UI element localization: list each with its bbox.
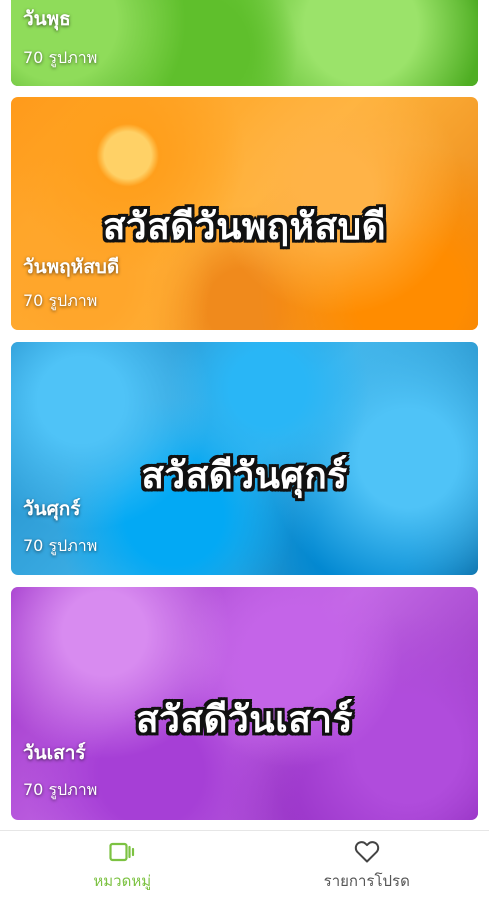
category-icon — [108, 839, 136, 865]
category-card-thursday[interactable]: สวัสดีวันพฤหัสบดี วันพฤหัสบดี 70 รูปภาพ — [11, 97, 478, 330]
card-background-image — [11, 0, 478, 86]
category-card-wednesday[interactable]: วันพุธ 70 รูปภาพ — [11, 0, 478, 86]
card-title: วันศุกร์ — [23, 498, 81, 520]
card-banner-text: สวัสดีวันศุกร์ — [141, 453, 348, 497]
nav-tab-label: หมวดหมู่ — [93, 871, 152, 890]
screen: วันพุธ 70 รูปภาพ สวัสดีวันพฤหัสบดี วันพฤ… — [0, 0, 489, 900]
card-title: วันพฤหัสบดี — [23, 256, 120, 278]
category-card-saturday[interactable]: สวัสดีวันเสาร์ วันเสาร์ 70 รูปภาพ — [11, 587, 478, 820]
nav-tab-label: รายการโปรด — [323, 871, 410, 890]
heart-icon — [353, 839, 381, 865]
card-title: วันเสาร์ — [23, 742, 86, 764]
card-image-count: 70 รูปภาพ — [23, 48, 98, 67]
card-title: วันพุธ — [23, 8, 71, 30]
card-image-count: 70 รูปภาพ — [23, 536, 98, 555]
nav-tab-categories[interactable]: หมวดหมู่ — [0, 831, 245, 900]
card-image-count: 70 รูปภาพ — [23, 291, 98, 310]
bottom-navigation: หมวดหมู่ รายการโปรด — [0, 830, 489, 900]
card-banner-text: สวัสดีวันพฤหัสบดี — [102, 204, 387, 248]
nav-tab-favorites[interactable]: รายการโปรด — [245, 831, 489, 900]
category-card-friday[interactable]: สวัสดีวันศุกร์ วันศุกร์ 70 รูปภาพ — [11, 342, 478, 575]
card-image-count: 70 รูปภาพ — [23, 780, 98, 799]
